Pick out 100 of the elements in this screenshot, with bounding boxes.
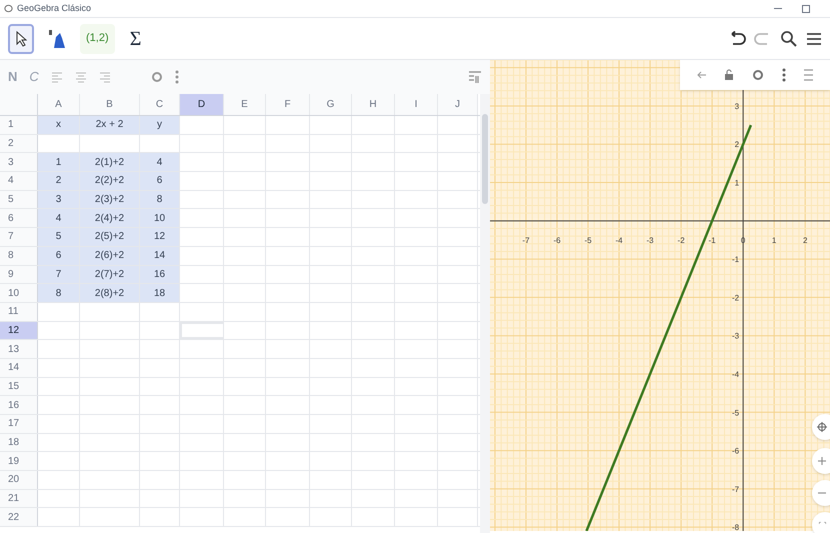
list-tool-button[interactable]: (1,2): [80, 24, 115, 54]
table-cell: 8: [38, 284, 80, 302]
scrollbar[interactable]: [480, 94, 490, 533]
tick-label: -2: [678, 236, 685, 245]
row-header[interactable]: 5: [0, 190, 38, 208]
table-cell: 2(2)+2: [80, 172, 140, 190]
tick-label: -7: [732, 484, 740, 494]
column-header[interactable]: J: [438, 94, 478, 115]
table-cell: 2(3)+2: [80, 190, 140, 208]
tick-label: -3: [646, 236, 654, 245]
row-header[interactable]: 7: [0, 228, 38, 246]
column-header[interactable]: G: [310, 94, 352, 115]
italic-button[interactable]: C: [29, 67, 39, 87]
function-line[interactable]: [585, 124, 752, 531]
table-cell: 2x + 2: [80, 116, 140, 134]
table-cell: 2(1)+2: [80, 153, 140, 172]
arrow-icon[interactable]: [696, 71, 707, 79]
tick-label: -3: [732, 332, 740, 341]
tick-label: -2: [732, 293, 740, 302]
table-cell: 6: [140, 172, 180, 190]
column-header[interactable]: A: [38, 94, 80, 115]
lock-icon[interactable]: [724, 69, 734, 81]
table-cell: 2(8)+2: [80, 284, 140, 302]
settings-icon[interactable]: [752, 69, 764, 81]
tick-label: 2: [734, 140, 740, 150]
row-header[interactable]: 19: [0, 452, 38, 470]
row-header[interactable]: 21: [0, 490, 38, 508]
row-header[interactable]: 17: [0, 415, 38, 433]
active-cell[interactable]: [180, 322, 224, 340]
row-header[interactable]: 6: [0, 209, 38, 228]
tick-label: 3: [734, 102, 740, 111]
table-cell: 16: [140, 266, 180, 284]
table-cell: 2(4)+2: [80, 209, 140, 228]
table-cell: 7: [38, 266, 80, 284]
tick-label: -6: [553, 236, 561, 245]
plus-icon: [818, 457, 826, 465]
tick-label: 1: [772, 236, 776, 245]
menu-icon[interactable]: [806, 30, 822, 46]
tick-label: -8: [732, 523, 740, 531]
tick-label: 2: [802, 236, 808, 245]
tick-label: -5: [584, 236, 592, 245]
align-center-icon[interactable]: [74, 71, 87, 83]
more-options-icon[interactable]: [782, 68, 786, 82]
tick-label: -4: [732, 370, 740, 379]
settings-icon[interactable]: [150, 71, 163, 83]
row-header[interactable]: 2: [0, 134, 38, 152]
column-header[interactable]: C: [140, 94, 180, 115]
table-cell: 18: [140, 284, 180, 302]
row-header[interactable]: 3: [0, 153, 38, 172]
table-cell: 1: [38, 153, 80, 172]
more-options-icon[interactable]: [174, 70, 179, 84]
row-header[interactable]: 18: [0, 434, 38, 452]
app-logo-icon: [4, 4, 13, 13]
table-cell: 6: [38, 246, 80, 264]
row-header[interactable]: 22: [0, 508, 38, 526]
table-cell: 4: [140, 153, 180, 172]
table-cell: 10: [140, 209, 180, 228]
row-header[interactable]: 8: [0, 246, 38, 264]
table-cell: 2(5)+2: [80, 228, 140, 246]
tick-label: -1: [732, 255, 740, 264]
row-header[interactable]: 16: [0, 396, 38, 414]
table-cell: 8: [140, 190, 180, 208]
column-header[interactable]: F: [266, 94, 310, 115]
row-header[interactable]: 4: [0, 172, 38, 190]
table-cell: 5: [38, 228, 80, 246]
tick-label: -5: [732, 408, 740, 418]
bold-button[interactable]: N: [8, 67, 18, 87]
table-cell: 3: [38, 190, 80, 208]
tick-label: -4: [616, 236, 623, 245]
tick-label: -1: [708, 236, 716, 245]
search-icon[interactable]: [780, 30, 798, 48]
panel-toggle-icon[interactable]: [803, 68, 814, 82]
tick-label: 1: [734, 178, 740, 188]
row-header[interactable]: 10: [0, 284, 38, 302]
row-header[interactable]: 11: [0, 302, 38, 321]
column-header[interactable]: H: [352, 94, 395, 115]
row-header[interactable]: 14: [0, 358, 38, 377]
row-header[interactable]: 13: [0, 340, 38, 358]
row-header[interactable]: 20: [0, 471, 38, 489]
chart-icon: [48, 28, 66, 48]
row-header[interactable]: 1: [0, 116, 38, 134]
column-header[interactable]: D: [180, 94, 224, 115]
table-cell: 12: [140, 228, 180, 246]
input-bar-toggle-icon[interactable]: [468, 70, 482, 84]
sum-tool-button[interactable]: Σ: [122, 24, 149, 54]
column-header[interactable]: B: [80, 94, 140, 115]
table-cell: x: [38, 116, 80, 134]
align-right-icon[interactable]: [98, 71, 111, 83]
table-cell: 14: [140, 246, 180, 264]
row-header[interactable]: 12: [0, 322, 38, 340]
row-header[interactable]: 9: [0, 266, 38, 284]
column-header[interactable]: I: [395, 94, 438, 115]
tick-label: -7: [522, 236, 530, 245]
tick-label: -6: [732, 446, 740, 456]
row-header[interactable]: 15: [0, 378, 38, 396]
table-cell: 4: [38, 209, 80, 228]
align-left-icon[interactable]: [50, 71, 63, 83]
maximize-icon[interactable]: [802, 4, 810, 12]
move-tool-button[interactable]: [8, 24, 34, 54]
column-header[interactable]: E: [224, 94, 266, 115]
